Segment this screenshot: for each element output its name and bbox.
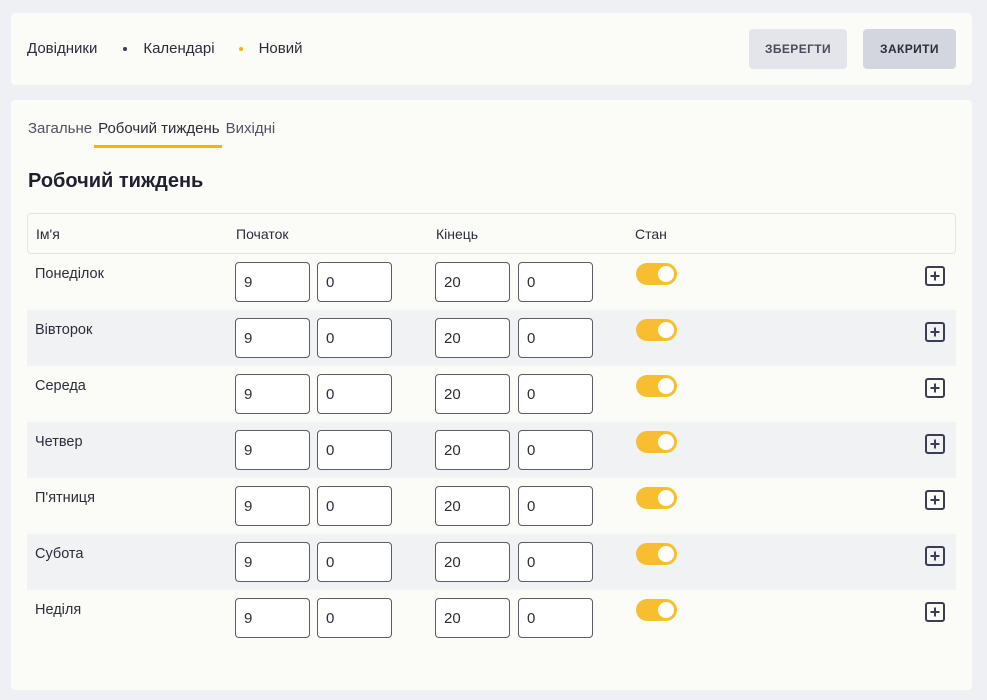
plus-icon	[930, 551, 940, 561]
table-row: Субота	[27, 534, 956, 590]
day-name: Вівторок	[35, 322, 93, 338]
plus-icon	[930, 327, 940, 337]
start-minute-input[interactable]	[317, 542, 392, 582]
dot-icon	[238, 46, 243, 51]
column-header-name: Ім'я	[36, 226, 60, 242]
end-hour-input[interactable]	[435, 542, 510, 582]
toggle-knob	[658, 266, 674, 282]
day-name: Середа	[35, 378, 86, 394]
toggle-knob	[658, 434, 674, 450]
state-toggle[interactable]	[636, 487, 677, 509]
tab-days-off[interactable]: Вихідні	[226, 120, 276, 148]
table-row: Четвер	[27, 422, 956, 478]
table-row: Середа	[27, 366, 956, 422]
state-toggle[interactable]	[636, 431, 677, 453]
start-minute-input[interactable]	[317, 430, 392, 470]
state-toggle[interactable]	[636, 543, 677, 565]
breadcrumb-item-calendars[interactable]: Календарі	[143, 40, 214, 57]
day-name: Понеділок	[35, 266, 104, 282]
tab-general[interactable]: Загальне	[28, 120, 92, 148]
toggle-knob	[658, 546, 674, 562]
plus-icon	[930, 271, 940, 281]
save-button[interactable]: ЗБЕРЕГТИ	[749, 29, 847, 69]
start-hour-input[interactable]	[235, 542, 310, 582]
plus-square-icon[interactable]	[925, 490, 945, 510]
toggle-knob	[658, 490, 674, 506]
plus-square-icon[interactable]	[925, 378, 945, 398]
column-header-start: Початок	[236, 226, 289, 242]
start-hour-input[interactable]	[235, 318, 310, 358]
table-row: Неділя	[27, 590, 956, 646]
start-hour-input[interactable]	[235, 598, 310, 638]
plus-icon	[930, 495, 940, 505]
end-hour-input[interactable]	[435, 598, 510, 638]
start-hour-input[interactable]	[235, 486, 310, 526]
close-button[interactable]: ЗАКРИТИ	[863, 29, 956, 69]
dot-icon	[123, 46, 128, 51]
end-minute-input[interactable]	[518, 430, 593, 470]
end-hour-input[interactable]	[435, 486, 510, 526]
state-toggle[interactable]	[636, 375, 677, 397]
plus-square-icon[interactable]	[925, 546, 945, 566]
plus-square-icon[interactable]	[925, 434, 945, 454]
plus-icon	[930, 383, 940, 393]
end-minute-input[interactable]	[518, 598, 593, 638]
toggle-knob	[658, 322, 674, 338]
table-header: Ім'я Початок Кінець Стан	[27, 213, 956, 254]
end-minute-input[interactable]	[518, 374, 593, 414]
table-row: Понеділок	[27, 254, 956, 310]
table-row: П'ятниця	[27, 478, 956, 534]
end-hour-input[interactable]	[435, 262, 510, 302]
table-body: Понеділок Вівторок Середа	[27, 254, 956, 646]
day-name: Субота	[35, 546, 84, 562]
column-header-end: Кінець	[436, 226, 479, 242]
toggle-knob	[658, 602, 674, 618]
day-name: Четвер	[35, 434, 83, 450]
start-hour-input[interactable]	[235, 430, 310, 470]
end-hour-input[interactable]	[435, 374, 510, 414]
table-row: Вівторок	[27, 310, 956, 366]
column-header-state: Стан	[635, 226, 667, 242]
main-panel: Загальне Робочий тиждень Вихідні Робочий…	[11, 100, 972, 690]
day-name: П'ятниця	[35, 490, 95, 506]
top-bar: Довідники Календарі Новий ЗБЕРЕГТИ ЗАКРИ…	[11, 13, 972, 85]
start-minute-input[interactable]	[317, 262, 392, 302]
toggle-knob	[658, 378, 674, 394]
end-minute-input[interactable]	[518, 542, 593, 582]
start-minute-input[interactable]	[317, 486, 392, 526]
plus-icon	[930, 439, 940, 449]
start-minute-input[interactable]	[317, 598, 392, 638]
state-toggle[interactable]	[636, 319, 677, 341]
end-minute-input[interactable]	[518, 262, 593, 302]
work-week-table: Ім'я Початок Кінець Стан Понеділок Вівто…	[27, 213, 956, 646]
start-minute-input[interactable]	[317, 318, 392, 358]
breadcrumb-item-directories[interactable]: Довідники	[27, 40, 97, 57]
page-title: Робочий тиждень	[28, 170, 204, 192]
plus-icon	[930, 607, 940, 617]
start-minute-input[interactable]	[317, 374, 392, 414]
end-minute-input[interactable]	[518, 486, 593, 526]
state-toggle[interactable]	[636, 263, 677, 285]
tab-bar: Загальне Робочий тиждень Вихідні	[28, 120, 281, 150]
plus-square-icon[interactable]	[925, 322, 945, 342]
end-hour-input[interactable]	[435, 318, 510, 358]
start-hour-input[interactable]	[235, 262, 310, 302]
start-hour-input[interactable]	[235, 374, 310, 414]
plus-square-icon[interactable]	[925, 266, 945, 286]
end-minute-input[interactable]	[518, 318, 593, 358]
day-name: Неділя	[35, 602, 82, 618]
plus-square-icon[interactable]	[925, 602, 945, 622]
breadcrumb: Довідники Календарі Новий	[27, 40, 302, 57]
breadcrumb-item-new: Новий	[258, 40, 303, 57]
state-toggle[interactable]	[636, 599, 677, 621]
tab-work-week[interactable]: Робочий тиждень	[94, 120, 222, 148]
end-hour-input[interactable]	[435, 430, 510, 470]
